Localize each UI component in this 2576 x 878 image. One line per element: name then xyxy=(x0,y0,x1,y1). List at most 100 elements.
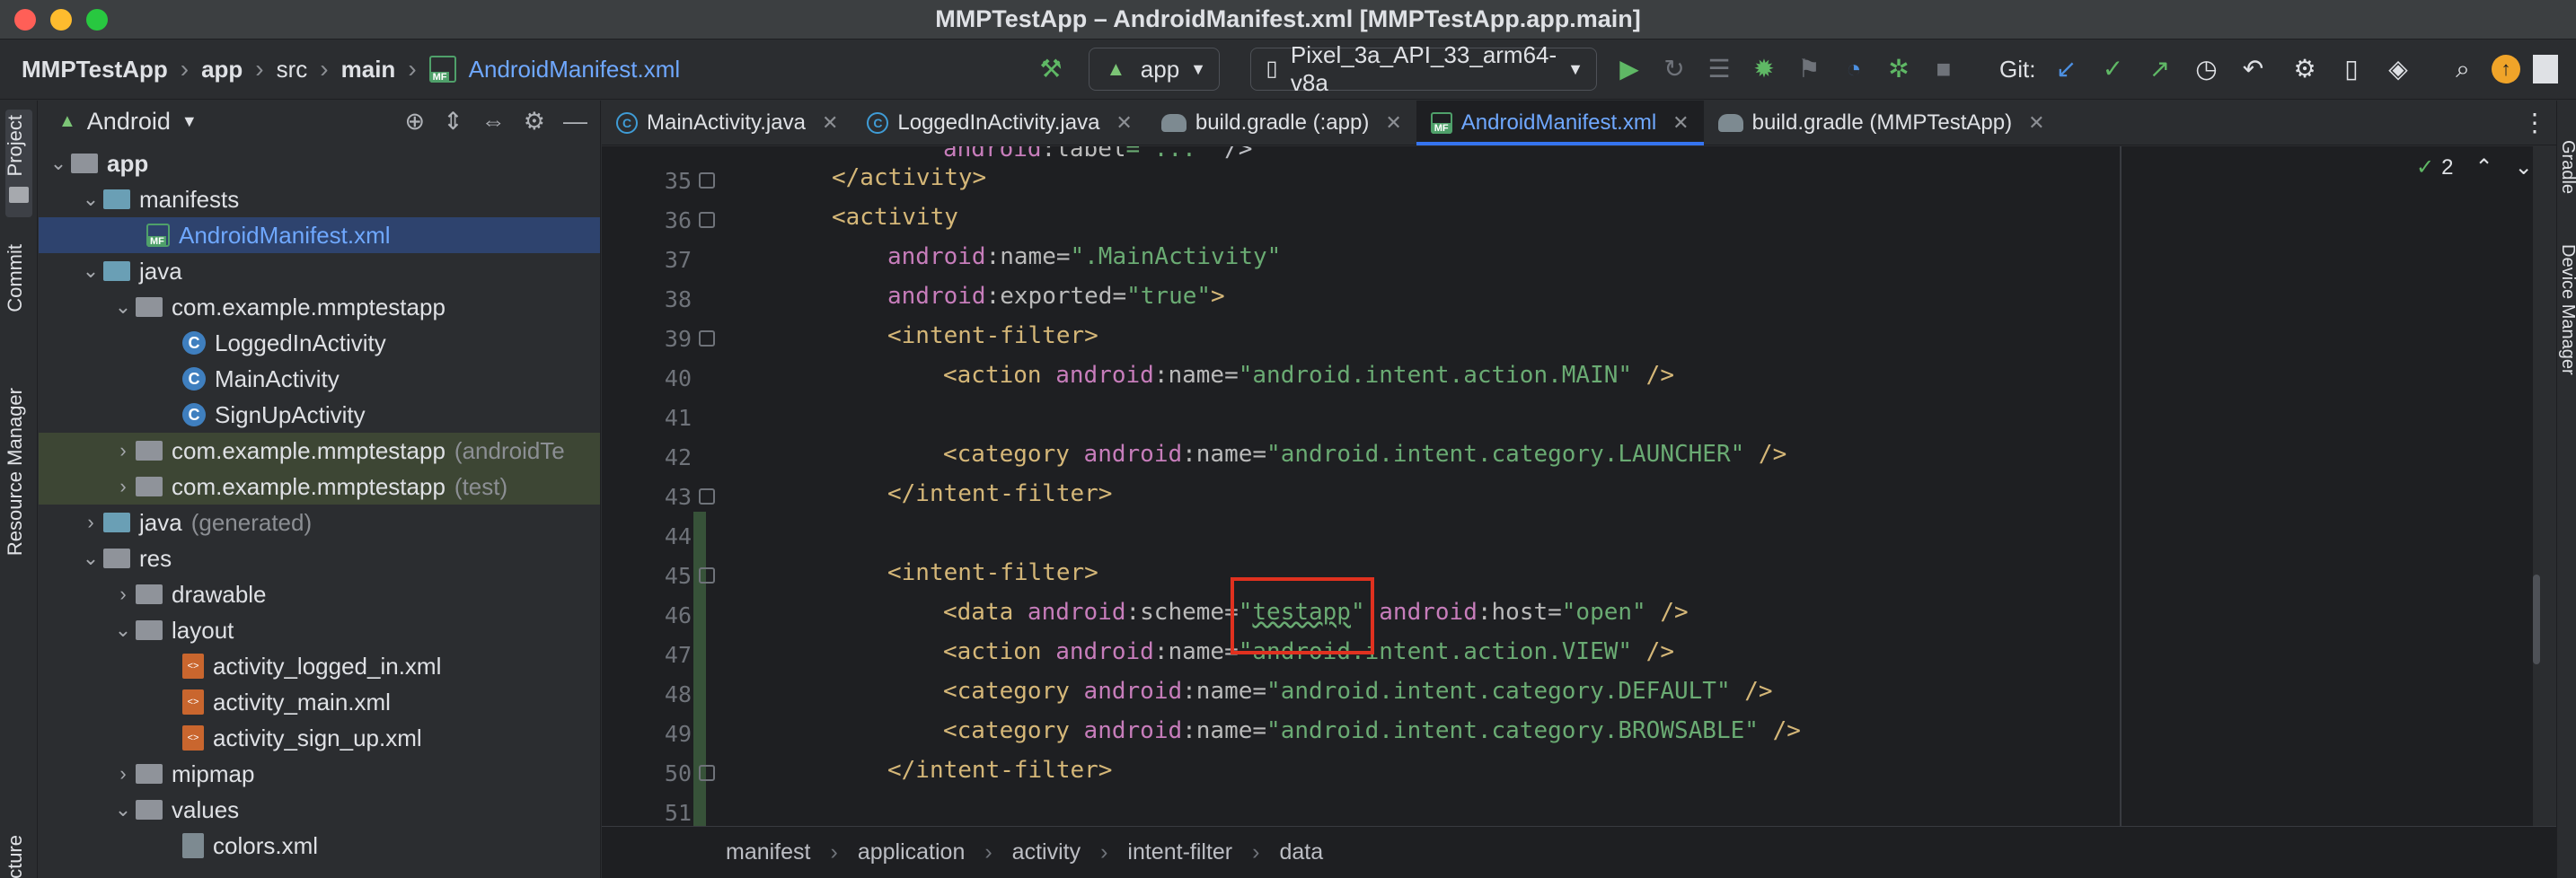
tree-item-androidmanifest[interactable]: AndroidManifest.xml xyxy=(39,217,600,253)
tree-item-activity-main[interactable]: <> activity_main.xml xyxy=(39,684,600,720)
tab-mainactivity[interactable]: C MainActivity.java ✕ xyxy=(602,101,852,145)
tree-item-package-test[interactable]: › com.example.mmptestapp (test) xyxy=(39,469,600,505)
breadcrumb-src[interactable]: src xyxy=(277,56,308,83)
crumb-manifest[interactable]: manifest xyxy=(726,839,810,865)
layout-inspector-icon[interactable]: ◈ xyxy=(2382,53,2414,85)
sdk-manager-icon[interactable]: ⚙ xyxy=(2289,53,2321,85)
right-tool-strip: Gradle Device Manager xyxy=(2556,101,2576,878)
tab-loggedinactivity[interactable]: C LoggedInActivity.java ✕ xyxy=(852,101,1146,145)
line-number: 49 xyxy=(664,721,692,747)
tree-item-activity-logged-in[interactable]: <> activity_logged_in.xml xyxy=(39,648,600,684)
rollback-icon[interactable]: ↶ xyxy=(2236,53,2269,85)
profiler-icon[interactable]: ◔ xyxy=(1838,53,1870,85)
breadcrumb-module[interactable]: app xyxy=(201,56,243,83)
fold-marker[interactable] xyxy=(699,488,715,505)
structure-tool-label[interactable]: ucture xyxy=(4,835,27,878)
git-update-icon[interactable]: ↙ xyxy=(2050,53,2082,85)
history-icon[interactable]: ◷ xyxy=(2190,53,2222,85)
tree-item-app[interactable]: ⌄ app xyxy=(39,145,600,181)
avatar[interactable] xyxy=(2533,55,2558,83)
code-editor[interactable]: android:label="..." /> </activity> <acti… xyxy=(728,146,2533,826)
close-icon[interactable]: ✕ xyxy=(1116,111,1132,135)
editor-scrollbar[interactable] xyxy=(2533,575,2540,664)
inspection-widget[interactable]: ✓ 2 ⌃ ⌄ xyxy=(2416,154,2533,180)
close-icon[interactable]: ✕ xyxy=(1385,111,1401,135)
tree-item-mainactivity[interactable]: C MainActivity xyxy=(39,361,600,397)
crumb-intent-filter[interactable]: intent-filter xyxy=(1127,839,1232,865)
tree-item-activity-sign-up[interactable]: <> activity_sign_up.xml xyxy=(39,720,600,756)
git-commit-icon[interactable]: ✓ xyxy=(2096,53,2129,85)
tree-item-loggedinactivity[interactable]: C LoggedInActivity xyxy=(39,325,600,361)
tree-item-label: app xyxy=(107,149,149,177)
tree-item-layout[interactable]: ⌄ layout xyxy=(39,612,600,648)
apply-changes-icon[interactable]: ☰ xyxy=(1703,53,1735,85)
build-button[interactable]: ⚒ xyxy=(1035,48,1067,91)
debug-settings-icon[interactable]: ✲ xyxy=(1883,53,1915,85)
tree-item-manifests[interactable]: ⌄ manifests xyxy=(39,181,600,217)
hide-icon[interactable]: — xyxy=(563,108,587,136)
breadcrumb-project[interactable]: MMPTestApp xyxy=(22,56,168,83)
crumb-application[interactable]: application xyxy=(858,839,966,865)
gear-icon[interactable]: ⚙ xyxy=(524,108,545,136)
line-number-gutter: 35 36 37 38 39 40 41 42 43 44 45 46 47 4… xyxy=(602,146,728,826)
tab-androidmanifest[interactable]: AndroidManifest.xml ✕ xyxy=(1416,101,1704,145)
locate-icon[interactable]: ⊕ xyxy=(405,108,426,136)
git-push-icon[interactable]: ↗ xyxy=(2143,53,2175,85)
tree-item-java[interactable]: ⌄ java xyxy=(39,253,600,289)
tree-item-package[interactable]: ⌄ com.example.mmptestapp xyxy=(39,289,600,325)
attach-debugger-icon[interactable]: ⚑ xyxy=(1793,53,1825,85)
run-icon[interactable]: ▶ xyxy=(1613,53,1645,85)
resource-manager-tool-label[interactable]: Resource Manager xyxy=(4,388,27,556)
chevron-down-icon: ⌄ xyxy=(114,798,132,821)
tree-item-package-androidtest[interactable]: › com.example.mmptestapp (androidTe xyxy=(39,433,600,469)
device-manager-tool-label[interactable]: Device Manager xyxy=(2557,244,2576,375)
more-tabs-icon[interactable]: ⋮ xyxy=(2522,108,2547,137)
tree-item-mipmap[interactable]: › mipmap xyxy=(39,756,600,792)
fold-marker[interactable] xyxy=(699,212,715,228)
device-dropdown[interactable]: ▯ Pixel_3a_API_33_arm64-v8a ▼ xyxy=(1250,41,1597,96)
fold-marker[interactable] xyxy=(699,567,715,584)
title-bar: MMPTestApp – AndroidManifest.xml [MMPTes… xyxy=(0,0,2576,40)
device-manager-icon[interactable]: ▯ xyxy=(2335,53,2368,85)
close-icon[interactable]: ✕ xyxy=(822,111,838,135)
package-icon xyxy=(136,297,163,317)
tab-build-gradle-app[interactable]: build.gradle (:app) ✕ xyxy=(1147,101,1416,145)
close-icon[interactable]: ✕ xyxy=(1672,111,1689,135)
crumb-data[interactable]: data xyxy=(1279,839,1323,865)
tree-item-signupactivity[interactable]: C SignUpActivity xyxy=(39,397,600,433)
chevron-down-icon[interactable]: ▼ xyxy=(181,112,198,131)
search-icon[interactable]: ⌕ xyxy=(2447,53,2479,85)
fold-marker[interactable] xyxy=(699,172,715,189)
debug-icon[interactable]: ✹ xyxy=(1748,53,1780,85)
tree-item-java-generated[interactable]: › java (generated) xyxy=(39,505,600,540)
fold-marker[interactable] xyxy=(699,330,715,347)
commit-tool-label[interactable]: Commit xyxy=(4,244,27,312)
chevron-up-icon[interactable]: ⌃ xyxy=(2475,154,2492,180)
breadcrumb-main[interactable]: main xyxy=(341,56,396,83)
tree-item-colors[interactable]: colors.xml xyxy=(39,828,600,864)
breadcrumb-file[interactable]: AndroidManifest.xml xyxy=(469,56,681,83)
close-icon[interactable]: ✕ xyxy=(2028,111,2044,135)
tree-item-drawable[interactable]: › drawable xyxy=(39,576,600,612)
collapse-all-icon[interactable]: ⇔ xyxy=(481,108,506,136)
tree-item-label: MainActivity xyxy=(215,364,340,392)
stop-icon[interactable]: ■ xyxy=(1928,53,1960,85)
tab-build-gradle-project[interactable]: build.gradle (MMPTestApp) ✕ xyxy=(1704,101,2060,145)
project-view-selector[interactable]: Android xyxy=(87,108,171,136)
expand-all-icon[interactable]: ⇕ xyxy=(443,108,463,136)
tree-item-res[interactable]: ⌄ res xyxy=(39,540,600,576)
run-config-dropdown[interactable]: ▲ app ▼ xyxy=(1089,48,1220,91)
layout-file-icon: <> xyxy=(182,689,204,715)
chevron-right-icon: › xyxy=(119,583,127,605)
project-tool-label[interactable]: Project xyxy=(4,115,27,176)
crumb-activity[interactable]: activity xyxy=(1012,839,1081,865)
fold-marker[interactable] xyxy=(699,765,715,781)
code-line-49: <category android:name="android.intent.c… xyxy=(943,717,1801,744)
gradle-tool-label[interactable]: Gradle xyxy=(2557,140,2576,194)
update-icon[interactable]: ↑ xyxy=(2492,55,2520,83)
chevron-down-icon: ▼ xyxy=(1567,59,1584,78)
rerun-icon[interactable]: ↻ xyxy=(1658,53,1690,85)
tree-item-values[interactable]: ⌄ values xyxy=(39,792,600,828)
chevron-down-icon[interactable]: ⌄ xyxy=(2515,154,2533,180)
checkmark-icon: ✓ xyxy=(2416,155,2435,180)
